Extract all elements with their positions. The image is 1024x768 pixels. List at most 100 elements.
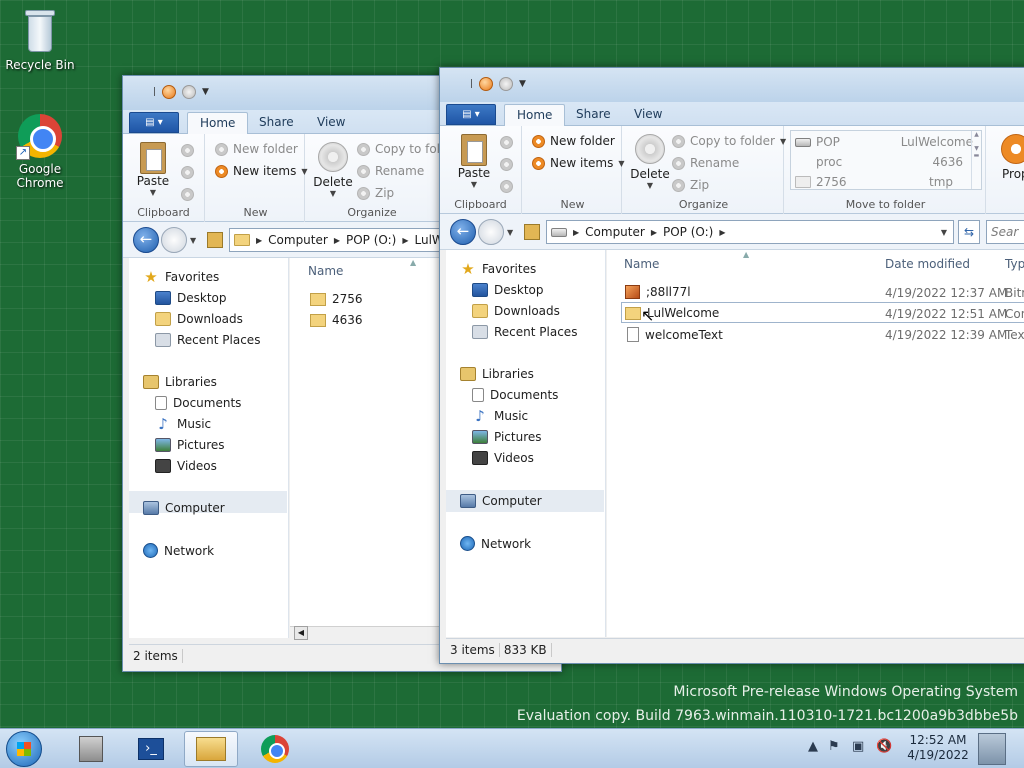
scroll-left-icon[interactable]: ◀ <box>294 626 308 640</box>
tab-home[interactable]: Home <box>504 104 566 127</box>
column-header-name[interactable]: Name <box>624 257 659 271</box>
delete-button[interactable]: Delete ▼ <box>630 134 670 190</box>
paste-shortcut-icon[interactable] <box>181 188 194 201</box>
gallery-item[interactable]: POP LulWelcome <box>795 135 973 149</box>
taskbar-server-manager[interactable] <box>64 731 118 767</box>
copy-to-folder-button[interactable]: Copy to folder ▼ <box>672 134 786 148</box>
tab-view[interactable]: View <box>305 112 357 135</box>
rename-button[interactable]: Rename <box>672 156 739 170</box>
explorer-window-front[interactable]: | ▼ ▤ ▾ Home Share View Paste ▼ Clipboar… <box>439 67 1024 664</box>
start-button[interactable] <box>6 731 42 767</box>
tab-home[interactable]: Home <box>187 112 249 135</box>
new-items-button[interactable]: New items ▼ <box>532 156 625 170</box>
gallery-item[interactable]: 2756 tmp <box>795 175 973 189</box>
nav-libraries[interactable]: Libraries <box>143 375 217 389</box>
breadcrumb-computer[interactable]: Computer <box>585 225 645 239</box>
quick-access-dropdown-icon[interactable]: ▼ <box>519 79 526 89</box>
search-input[interactable]: Sear <box>986 220 1024 244</box>
nav-pictures[interactable]: Pictures <box>472 430 542 444</box>
recent-locations-dropdown[interactable]: ▼ <box>507 228 513 237</box>
new-folder-button[interactable]: New folder <box>532 134 615 148</box>
nav-desktop[interactable]: Desktop <box>472 283 544 297</box>
desktop-icon-google-chrome[interactable]: ↗ Google Chrome <box>0 114 80 190</box>
user-avatar-icon[interactable] <box>978 733 1006 765</box>
recent-locations-dropdown[interactable]: ▼ <box>190 236 196 245</box>
title-bar[interactable]: | ▼ <box>440 68 1024 102</box>
nav-favorites[interactable]: ★ Favorites <box>460 262 536 277</box>
up-folder-icon[interactable] <box>207 232 223 248</box>
back-button[interactable]: ← <box>450 219 476 245</box>
nav-recent-places[interactable]: Recent Places <box>155 333 260 347</box>
paste-button[interactable]: Paste ▼ <box>454 134 494 189</box>
tab-view[interactable]: View <box>622 104 674 127</box>
nav-videos[interactable]: Videos <box>155 459 217 473</box>
copy-to-folder-button[interactable]: Copy to fold <box>357 142 448 156</box>
show-hidden-icons-icon[interactable]: ▲ <box>808 739 818 754</box>
taskbar-chrome[interactable] <box>248 731 302 767</box>
quick-access-dropdown-icon[interactable]: ▼ <box>202 87 209 97</box>
column-header-name[interactable]: Name <box>308 264 343 278</box>
file-row[interactable]: 2756 <box>310 292 363 306</box>
network-tray-icon[interactable]: ▣ <box>852 739 864 754</box>
delete-button[interactable]: Delete ▼ <box>313 142 353 198</box>
file-row[interactable]: welcomeText <box>625 327 723 342</box>
file-menu-button[interactable]: ▤ ▾ <box>129 112 179 133</box>
nav-favorites[interactable]: ★ Favorites <box>143 270 219 285</box>
forward-button[interactable] <box>478 219 504 245</box>
paste-shortcut-icon[interactable] <box>500 180 513 193</box>
taskbar-file-explorer[interactable] <box>184 731 238 767</box>
nav-downloads[interactable]: Downloads <box>472 304 560 318</box>
forward-button[interactable] <box>161 227 187 253</box>
column-header-date-modified[interactable]: Date modified <box>885 257 970 271</box>
desktop-icon-recycle-bin[interactable]: Recycle Bin <box>0 10 80 72</box>
nav-recent-places[interactable]: Recent Places <box>472 325 577 339</box>
back-button[interactable]: ← <box>133 227 159 253</box>
nav-computer[interactable]: Computer <box>460 494 542 508</box>
nav-music[interactable]: ♪ Music <box>155 417 211 432</box>
breadcrumb-computer[interactable]: Computer <box>268 233 328 247</box>
properties-quick-icon[interactable] <box>162 85 177 99</box>
address-dropdown-icon[interactable]: ▼ <box>941 228 947 237</box>
nav-network[interactable]: Network <box>460 536 531 551</box>
file-row[interactable]: LulWelcome <box>625 306 719 320</box>
new-folder-button[interactable]: New folder <box>215 142 298 156</box>
paste-button[interactable]: Paste ▼ <box>133 142 173 197</box>
action-center-flag-icon[interactable]: ⚑ <box>828 739 840 754</box>
properties-quick-icon[interactable] <box>479 77 494 91</box>
nav-downloads[interactable]: Downloads <box>155 312 243 326</box>
nav-network[interactable]: Network <box>143 543 214 558</box>
nav-music[interactable]: ♪ Music <box>472 409 528 424</box>
nav-desktop[interactable]: Desktop <box>155 291 227 305</box>
gallery-item[interactable]: proc 4636 <box>795 155 973 169</box>
file-row[interactable]: ;88ll77l <box>625 285 691 299</box>
cut-icon[interactable] <box>500 136 513 149</box>
tab-share[interactable]: Share <box>564 104 623 127</box>
nav-libraries[interactable]: Libraries <box>460 367 534 381</box>
breadcrumb-pop[interactable]: POP (O:) <box>663 225 713 239</box>
file-row[interactable]: 4636 <box>310 313 363 327</box>
cut-icon[interactable] <box>181 144 194 157</box>
tab-share[interactable]: Share <box>247 112 306 135</box>
refresh-icon[interactable]: ⇆ <box>958 220 980 244</box>
gallery-scroll[interactable]: ▲ ▼ ▬ <box>971 131 981 189</box>
volume-muted-icon[interactable]: 🔇 <box>876 739 892 754</box>
nav-pictures[interactable]: Pictures <box>155 438 225 452</box>
new-folder-quick-icon[interactable] <box>182 85 197 99</box>
zip-button[interactable]: Zip <box>672 178 709 192</box>
taskbar-powershell[interactable]: ›_ <box>124 731 178 767</box>
up-folder-icon[interactable] <box>524 224 540 240</box>
nav-documents[interactable]: Documents <box>155 396 241 410</box>
rename-button[interactable]: Rename <box>357 164 424 178</box>
new-items-button[interactable]: New items ▼ <box>215 164 308 178</box>
zip-button[interactable]: Zip <box>357 186 394 200</box>
new-folder-quick-icon[interactable] <box>499 77 514 91</box>
file-menu-button[interactable]: ▤ ▾ <box>446 104 496 125</box>
nav-documents[interactable]: Documents <box>472 388 558 402</box>
address-bar[interactable]: ▶ Computer ▶ POP (O:) ▶ ▼ <box>546 220 954 244</box>
copy-icon[interactable] <box>181 166 194 179</box>
move-to-folder-gallery[interactable]: POP LulWelcome proc 4636 2756 tmp ▲ ▼ ▬ <box>790 130 982 190</box>
breadcrumb-pop[interactable]: POP (O:) <box>346 233 396 247</box>
nav-videos[interactable]: Videos <box>472 451 534 465</box>
copy-icon[interactable] <box>500 158 513 171</box>
properties-button[interactable]: Prop <box>996 134 1024 181</box>
